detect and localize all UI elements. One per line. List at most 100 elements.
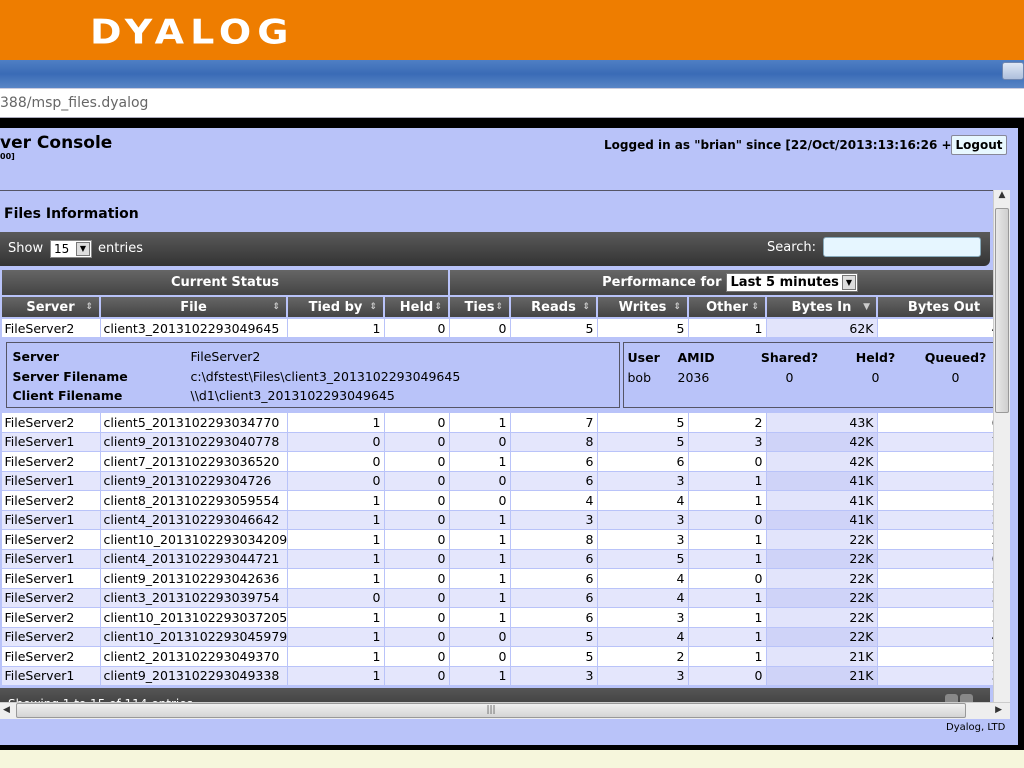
table-row[interactable]: FileServer1 client9_2013102293049338 1 0 1 3 3… <box>0 665 993 686</box>
column-label: Bytes Out <box>907 299 981 315</box>
cell-bytes-in: 22K <box>765 626 878 647</box>
browser-titlebar <box>0 60 1024 88</box>
cell-file: client9_2013102293042636 <box>99 568 288 589</box>
cell-bytes-in: 22K <box>765 587 878 608</box>
column-header-reads[interactable]: Reads ⇕ <box>509 295 598 319</box>
column-header-file[interactable]: File ⇕ <box>99 295 288 319</box>
cell-reads: 5 <box>509 626 598 647</box>
cell-file: client3_2013102293049645 <box>99 317 288 338</box>
cell-file: client9_2013102293040778 <box>99 431 288 452</box>
cell-bytes-out: 59 <box>876 451 993 472</box>
column-header-bytes-in[interactable]: Bytes In ▼ <box>765 295 878 319</box>
cell-tied-by: 1 <box>286 412 385 433</box>
cell-held: 0 <box>383 607 450 628</box>
table-row[interactable]: FileServer2 client10_2013102293034209 1 0 1 8… <box>0 529 993 550</box>
row-detail: Server FileServer2 Server Filename c:\dfste… <box>0 337 993 413</box>
dyalog-logo: DYALOG <box>90 12 295 52</box>
cell-writes: 3 <box>596 509 689 530</box>
cell-bytes-in: 22K <box>765 529 878 550</box>
cell-server: FileServer2 <box>0 529 101 550</box>
cell-bytes-in: 41K <box>765 509 878 530</box>
column-header-held[interactable]: Held ⇕ <box>383 295 450 319</box>
cell-server: FileServer2 <box>0 490 101 511</box>
cell-tied-by: 1 <box>286 665 385 686</box>
minimize-button[interactable] <box>1002 62 1024 80</box>
logout-button[interactable]: Logout <box>951 135 1007 155</box>
table-row[interactable]: FileServer1 client9_2013102293040778 0 0 0 8 5… <box>0 431 993 452</box>
table-row[interactable]: FileServer2 client5_2013102293034770 1 0 1 7 5… <box>0 412 993 433</box>
detail-label: Server Filename <box>12 368 128 384</box>
cell-other: 1 <box>687 529 767 550</box>
scroll-up-icon[interactable]: ▲ <box>994 190 1010 200</box>
table-row[interactable]: FileServer1 client4_2013102293046642 1 0 1 3 3… <box>0 509 993 530</box>
column-header-server[interactable]: Server ⇕ <box>0 295 101 319</box>
scroll-right-icon[interactable]: ▶ <box>995 705 1002 715</box>
cell-bytes-out: 61 <box>876 548 993 569</box>
table-row[interactable]: FileServer1 client9_201310229304726 0 0 0 6 3 1… <box>0 470 993 491</box>
column-header-bytes-out[interactable]: Bytes Out⇕ <box>875 295 993 319</box>
cell-other: 1 <box>687 548 767 569</box>
cell-held: 0 <box>383 665 450 686</box>
table-row[interactable]: FileServer2 client8_2013102293059554 1 0 0 4 4… <box>0 490 993 511</box>
cell-other: 3 <box>687 431 767 452</box>
cell-bytes-in: 41K <box>765 490 878 511</box>
cell-tied-by: 1 <box>286 568 385 589</box>
cell-bytes-out: 20 <box>876 646 993 667</box>
cell-server: FileServer2 <box>0 451 101 472</box>
table-row[interactable]: FileServer1 client4_2013102293044721 1 0 1 6 5… <box>0 548 993 569</box>
cell-reads: 8 <box>509 431 598 452</box>
group-header-performance: Performance for Last 5 minutes ▼ <box>447 268 993 297</box>
cell-held: 0 <box>383 509 450 530</box>
cell-held: 0 <box>383 470 450 491</box>
table-row[interactable]: FileServer2 client10_2013102293045979 1 0 0 5… <box>0 626 993 647</box>
period-value: Last 5 minutes <box>730 275 839 290</box>
cell-other: 1 <box>687 317 767 338</box>
column-header-tied-by[interactable]: Tied by ⇕ <box>286 295 385 319</box>
sort-icon: ⇕ <box>272 302 280 312</box>
column-header-other[interactable]: Other ⇕ <box>687 295 767 319</box>
vertical-scroll-thumb[interactable] <box>995 208 1009 413</box>
table-row[interactable]: FileServer2 client7_2013102293036520 0 0 1 6 6… <box>0 451 993 472</box>
cell-ties: 1 <box>448 665 511 686</box>
lock-value: 0 <box>951 369 960 385</box>
entries-label: entries <box>98 241 144 256</box>
table-row[interactable]: FileServer2 client2_2013102293049370 1 0 0 5 2… <box>0 646 993 667</box>
copyright: Dyalog, LTD <box>946 722 1006 733</box>
cell-ties: 1 <box>448 607 511 628</box>
scroll-left-icon[interactable]: ◀ <box>3 705 10 715</box>
performance-period-select[interactable]: Last 5 minutes ▼ <box>725 273 858 292</box>
cell-tied-by: 0 <box>286 587 385 608</box>
column-label: Reads <box>531 299 576 315</box>
cell-ties: 1 <box>448 587 511 608</box>
detail-label: Client Filename <box>12 388 123 404</box>
address-bar[interactable]: 388/msp_files.dyalog <box>0 88 1024 118</box>
cell-bytes-in: 22K <box>765 607 878 628</box>
cell-bytes-out: 52 <box>876 470 993 491</box>
cell-reads: 5 <box>509 317 598 338</box>
cell-other: 1 <box>687 607 767 628</box>
entries-length-select[interactable]: 15 ▼ <box>50 240 92 258</box>
sort-icon: ⇕ <box>673 302 681 312</box>
page-subtitle: 00] <box>0 152 15 161</box>
cell-server: FileServer2 <box>0 607 101 628</box>
cell-bytes-out: 50 <box>876 568 993 589</box>
cell-ties: 1 <box>448 509 511 530</box>
cell-file: client10_2013102293037205 <box>99 607 288 628</box>
table-row[interactable]: FileServer2 client10_2013102293037205 1 0 1 6… <box>0 607 993 628</box>
table-row[interactable]: FileServer2 client3_2013102293039754 0 0 1 6 4… <box>0 587 993 608</box>
cell-other: 0 <box>687 568 767 589</box>
search-label: Search: <box>767 240 817 255</box>
sort-icon: ⇕ <box>85 302 93 312</box>
cell-writes: 5 <box>596 412 689 433</box>
cell-ties: 0 <box>448 646 511 667</box>
cell-ties: 0 <box>448 490 511 511</box>
page-title: ver Console <box>0 133 113 153</box>
cell-file: client10_2013102293045979 <box>99 626 288 647</box>
horizontal-scroll-thumb[interactable]: ||| <box>16 703 966 718</box>
column-header-writes[interactable]: Writes ⇕ <box>596 295 689 319</box>
search-input[interactable] <box>823 237 981 257</box>
table-row[interactable]: FileServer1 client9_2013102293042636 1 0 1 6 4… <box>0 568 993 589</box>
column-header-ties[interactable]: Ties ⇕ <box>448 295 511 319</box>
detail-cell: Server FileServer2 Server Filename c:\dfste… <box>0 337 993 413</box>
table-row[interactable]: FileServer2 client3_2013102293049645 1 0 0 5 5… <box>0 317 993 338</box>
